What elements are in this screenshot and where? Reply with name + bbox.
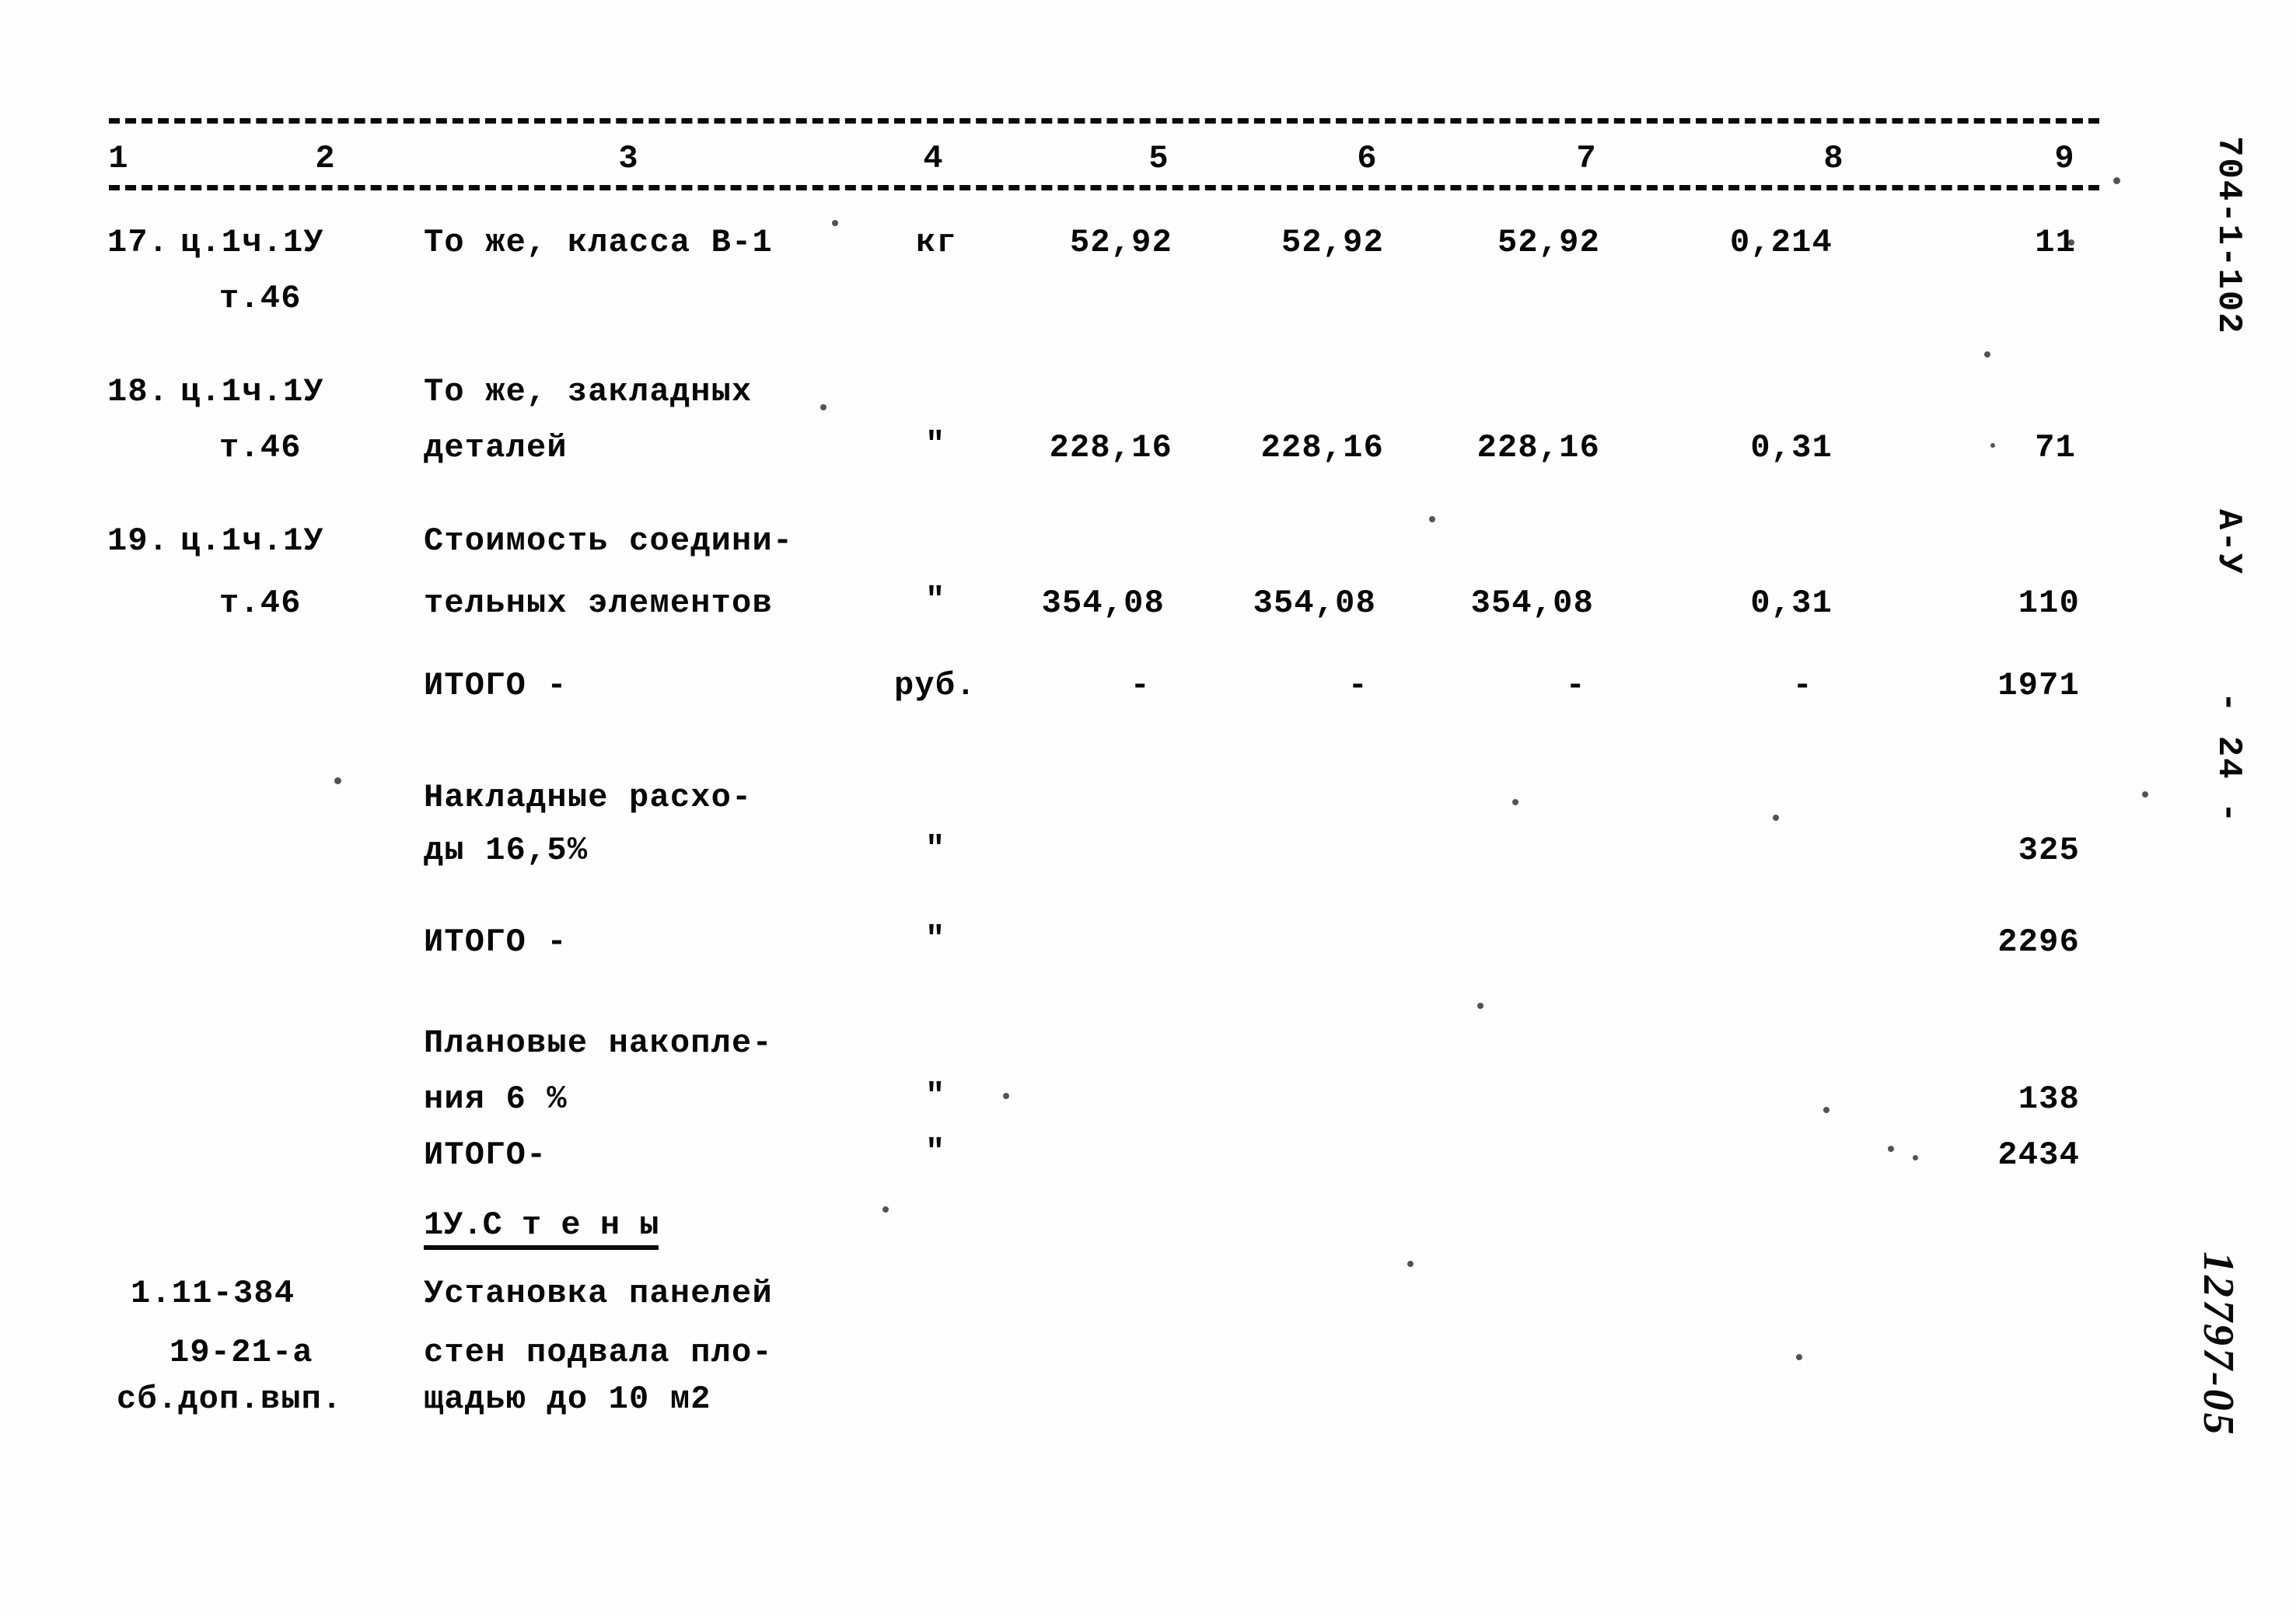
scan-speckle — [1984, 351, 1990, 358]
total-1-label: ИТОГО - — [424, 667, 568, 704]
row-17-col5: 52,92 — [1069, 224, 1172, 261]
row-17-col9: 11 — [2035, 224, 2076, 261]
total-1-col7: - — [1565, 667, 1586, 704]
column-header-7: 7 — [1576, 140, 1596, 177]
total-2-label: ИТОГО - — [424, 923, 568, 961]
row-19-number: 19. — [107, 522, 169, 560]
total-2-unit: " — [925, 920, 946, 958]
planned-savings-unit: " — [925, 1077, 946, 1115]
row-19-col7: 354,08 — [1470, 585, 1594, 622]
column-header-5: 5 — [1148, 140, 1169, 177]
total-1-col9: 1971 — [1997, 667, 2080, 704]
scan-speckle — [2142, 791, 2148, 798]
row-19-col9: 110 — [2018, 585, 2080, 622]
row-18-description-line2: деталей — [424, 429, 568, 466]
scan-speckle — [1003, 1093, 1009, 1099]
final-entry-code-line3: сб.доп.вып. — [117, 1380, 343, 1418]
planned-savings-label-line2: ния 6 % — [424, 1080, 568, 1118]
scan-speckle — [1512, 799, 1518, 805]
scan-speckle — [2113, 177, 2120, 184]
row-18-number: 18. — [107, 373, 169, 410]
column-header-2: 2 — [315, 140, 335, 177]
total-2-col9: 2296 — [1997, 923, 2080, 961]
row-17-description-line1: То же, класса В-1 — [424, 224, 773, 261]
table-top-dashed-rule — [109, 118, 2099, 124]
row-17-number: 17. — [107, 224, 169, 261]
row-18-unit: " — [925, 426, 946, 463]
overhead-label-line1: Накладные расхо- — [424, 779, 753, 816]
row-17-code-line1: ц.1ч.1У — [180, 224, 324, 261]
final-entry-code-line1: 1.11-384 — [131, 1275, 295, 1312]
row-17-col7: 52,92 — [1497, 224, 1600, 261]
row-17-unit: кг — [916, 224, 957, 261]
section-heading-walls: 1У.С т е н ы — [424, 1206, 659, 1250]
column-header-3: 3 — [618, 140, 638, 177]
row-18-col7: 228,16 — [1476, 429, 1600, 466]
row-19-description-line1: Стоимость соедини- — [424, 522, 794, 560]
overhead-col9: 325 — [2018, 832, 2080, 869]
row-18-col5: 228,16 — [1049, 429, 1172, 466]
planned-savings-label-line1: Плановые накопле- — [424, 1024, 773, 1062]
overhead-unit: " — [925, 830, 946, 867]
total-3-label: ИТОГО- — [424, 1136, 547, 1174]
scan-speckle — [1429, 516, 1435, 522]
table-header-bottom-dashed-rule — [109, 185, 2099, 190]
scan-speckle — [1407, 1261, 1414, 1267]
column-header-9: 9 — [2054, 140, 2074, 177]
row-18-description-line1: То же, закладных — [424, 373, 753, 410]
scan-speckle — [334, 777, 341, 784]
row-17-col8: 0,214 — [1729, 224, 1833, 261]
total-3-col9: 2434 — [1997, 1136, 2080, 1174]
scan-speckle — [832, 220, 838, 226]
margin-page-marker: - 24 - — [2209, 692, 2248, 825]
row-18-col9: 71 — [2035, 429, 2076, 466]
scan-speckle — [1888, 1146, 1894, 1152]
total-1-unit: руб. — [894, 667, 977, 704]
row-19-col5: 354,08 — [1041, 585, 1165, 622]
scanned-document-page: 1 2 3 4 5 6 7 8 9 17. ц.1ч.1У т.46 То же… — [0, 0, 2296, 1616]
final-entry-desc-line1: Установка панелей — [424, 1275, 773, 1312]
row-18-col6: 228,16 — [1260, 429, 1384, 466]
column-header-1: 1 — [108, 140, 128, 177]
row-19-code-line1: ц.1ч.1У — [180, 522, 324, 560]
row-17-col6: 52,92 — [1281, 224, 1384, 261]
row-19-col8: 0,31 — [1750, 585, 1833, 622]
row-19-code-line2: т.46 — [219, 585, 302, 622]
row-18-col8: 0,31 — [1750, 429, 1833, 466]
row-19-col6: 354,08 — [1253, 585, 1376, 622]
scan-speckle — [1796, 1354, 1802, 1360]
margin-stamp-document-code: 704-1-102 — [2209, 136, 2248, 335]
row-19-description-line2: тельных элементов — [424, 585, 773, 622]
row-18-code-line2: т.46 — [219, 429, 302, 466]
scan-speckle — [882, 1206, 889, 1213]
row-19-unit: " — [925, 581, 946, 619]
row-18-code-line1: ц.1ч.1У — [180, 373, 324, 410]
row-17-code-line2: т.46 — [219, 280, 302, 317]
total-1-col5: - — [1130, 667, 1151, 704]
scan-speckle — [1913, 1155, 1918, 1161]
final-entry-desc-line2: стен подвала пло- — [424, 1334, 773, 1371]
scan-speckle — [1990, 443, 1995, 448]
total-1-col8: - — [1792, 667, 1813, 704]
scan-speckle — [2068, 239, 2074, 246]
column-header-6: 6 — [1357, 140, 1377, 177]
final-entry-code-line2: 19-21-а — [169, 1334, 313, 1371]
overhead-label-line2: ды 16,5% — [424, 832, 589, 869]
planned-savings-col9: 138 — [2018, 1080, 2080, 1118]
scan-speckle — [820, 404, 826, 410]
total-1-col6: - — [1347, 667, 1368, 704]
scan-speckle — [1773, 815, 1779, 821]
column-header-4: 4 — [923, 140, 943, 177]
margin-stamp-section: А-У — [2209, 509, 2248, 576]
scan-speckle — [1477, 1003, 1483, 1009]
margin-handwritten-archive-number: 12797-05 — [2194, 1251, 2242, 1437]
column-header-8: 8 — [1823, 140, 1843, 177]
final-entry-desc-line3: щадью до 10 м2 — [424, 1380, 711, 1418]
total-3-unit: " — [925, 1133, 946, 1171]
scan-speckle — [1823, 1107, 1829, 1113]
